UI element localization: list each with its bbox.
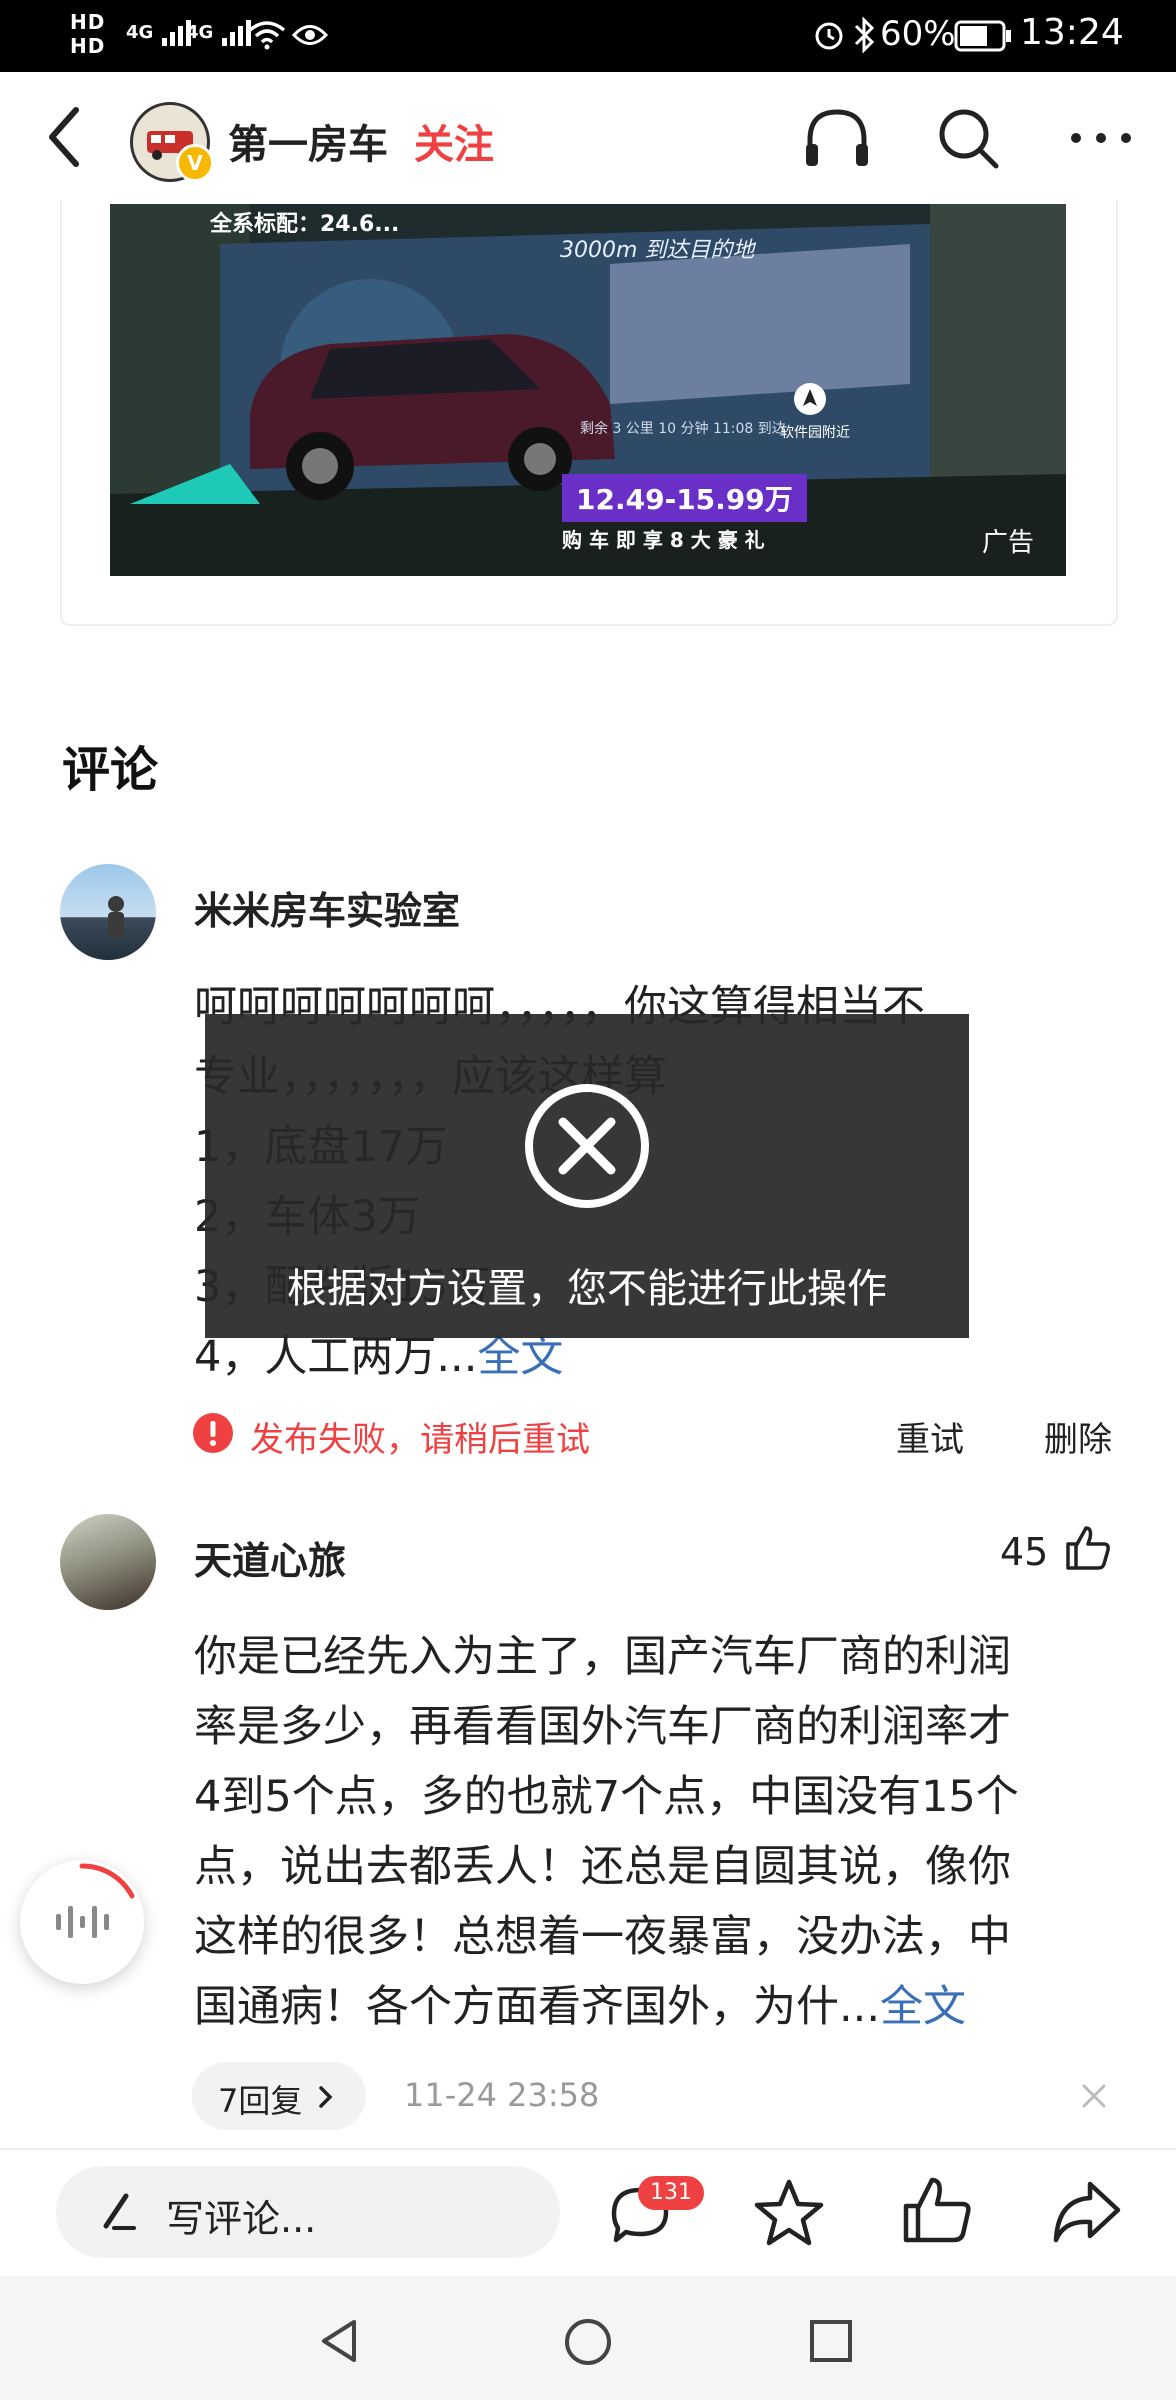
headphones-icon[interactable] [800,104,874,174]
system-nav-bar [0,2276,1176,2400]
publish-failed-message: 发布失败，请稍后重试 [250,1420,590,1460]
more-icon[interactable] [1066,128,1136,148]
pen-icon [103,2193,136,2230]
error-icon [193,1413,233,1453]
wifi-icon [248,21,286,50]
comment-2-full-text-link[interactable]: 全文 [880,1982,966,2032]
ad-nav-nearby: 软件园附近 [780,425,850,441]
nav-recents-icon[interactable] [808,2318,854,2364]
top-bar: V 第一房车 关注 [0,72,1176,202]
battery-icon [954,20,1011,52]
comment-2-line: 国通病！各个方面看齐国外，为什... [194,1982,881,2032]
dismiss-icon[interactable] [1078,2080,1110,2112]
close-circle-icon [525,1084,649,1208]
comment-2-line: 率是多少，再看看国外汽车厂商的利润率才 [194,1702,1011,1752]
signal-2-icon: 4G [186,18,254,48]
chevron-right-icon [319,2086,333,2108]
ad-nav-distance: 3000m 到达目的地 [560,238,755,263]
ad-nav-info: 剩余 3 公里 10 分钟 11:08 到达 [580,421,786,437]
replies-button[interactable]: 7回复 [192,2062,366,2130]
signal-1-icon: 4G [126,18,194,48]
like-icon[interactable] [900,2174,974,2248]
battery-percent: 60% [880,14,956,54]
star-icon[interactable] [752,2176,826,2250]
thumbs-up-icon[interactable] [1064,1524,1112,1572]
replies-label: 7回复 [218,2082,303,2120]
nav-back-icon[interactable] [316,2316,362,2366]
nav-home-icon[interactable] [562,2316,614,2368]
ad-banner-image[interactable]: 全系标配：24.6... 3000m 到达目的地 剩余 3 公里 10 分钟 1… [110,204,1066,576]
toast-dialog: 根据对方设置，您不能进行此操作 [205,1014,969,1338]
comment-1-line: 4，人工两万... [194,1332,478,1382]
network-2-label: 4G [186,22,214,43]
audio-float-button[interactable] [20,1860,144,1984]
search-icon[interactable] [934,104,1004,174]
write-comment-placeholder: 写评论... [166,2197,317,2241]
ad-price-tag: 12.49-15.99万 [562,474,807,522]
comments-title: 评论 [62,742,159,798]
toast-message: 根据对方设置，您不能进行此操作 [287,1266,887,1312]
follow-button[interactable]: 关注 [414,112,494,170]
comment-2-line: 4到5个点，多的也就7个点，中国没有15个 [194,1772,1019,1822]
comment-2-author[interactable]: 天道心旅 [194,1530,346,1585]
bluetooth-icon [854,16,875,54]
comment-1-avatar[interactable] [60,864,156,960]
verified-badge-icon: V [176,144,214,182]
status-bar: HD HD 4G 4G 60% 13:24 [0,0,1176,72]
comment-2-body[interactable]: 你是已经先入为主了，国产汽车厂商的利润 率是多少，再看看国外汽车厂商的利润率才 … [194,1622,1134,2042]
back-arrow-icon[interactable] [40,102,90,172]
comment-2-line: 你是已经先入为主了，国产汽车厂商的利润 [194,1632,1011,1682]
comment-2-line: 点，说出去都丢人！还总是自圆其说，像你 [194,1842,1011,1892]
clock: 13:24 [1020,12,1124,53]
ad-label: 广告 [982,528,1035,558]
comment-2-avatar[interactable] [60,1514,156,1610]
comment-2-line: 这样的很多！总想着一夜暴富，没办法，中 [194,1912,1011,1962]
hd1-label: HD [70,10,106,34]
audio-wave-icon [56,1863,135,1938]
write-comment-input[interactable]: 写评论... [56,2166,560,2258]
hd-indicator: HD HD [70,10,105,58]
comment-count-badge: 131 [638,2176,704,2210]
ad-top-text: 全系标配：24.6... [210,212,400,237]
comment-2-like-count: 45 [1000,1530,1049,1574]
eye-icon [292,25,328,45]
ad-slogan: 购 车 即 享 8 大 豪 礼 [562,528,765,552]
comment-2-timestamp: 11-24 23:58 [404,2076,600,2114]
delete-button[interactable]: 删除 [1044,1412,1112,1461]
hd2-label: HD [70,34,106,58]
author-name[interactable]: 第一房车 [228,112,388,170]
retry-button[interactable]: 重试 [896,1412,964,1461]
network-1-label: 4G [126,22,154,43]
comment-1-full-text-link[interactable]: 全文 [477,1332,563,1382]
share-icon[interactable] [1050,2176,1124,2248]
comment-1-author[interactable]: 米米房车实验室 [194,880,460,935]
alarm-icon [815,22,843,50]
person-silhouette-icon [108,896,124,938]
